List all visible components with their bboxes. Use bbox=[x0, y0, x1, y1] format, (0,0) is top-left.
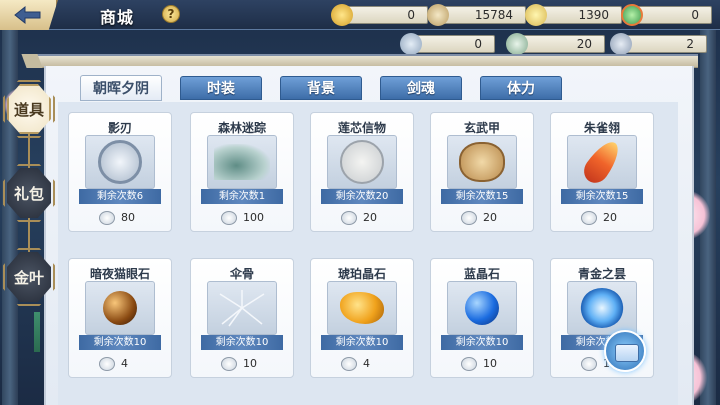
currency-coupon: 0 bbox=[400, 33, 495, 55]
mirror-icon bbox=[85, 135, 155, 189]
shop-item-card[interactable]: 玄武甲 剩余次数15 20 bbox=[430, 112, 534, 232]
item-price: 20 bbox=[551, 209, 653, 227]
remaining-count: 剩余次数10 bbox=[79, 335, 161, 350]
back-arrow-icon bbox=[14, 5, 41, 25]
ink-landscape-icon bbox=[207, 135, 277, 189]
silver-coin-icon bbox=[99, 211, 115, 225]
silver-coin-icon bbox=[461, 357, 477, 371]
remaining-count: 剩余次数15 bbox=[441, 189, 523, 204]
shop-item-card[interactable]: 暗夜猫眼石 剩余次数10 4 bbox=[68, 258, 172, 378]
silver-coin-icon bbox=[221, 357, 237, 371]
leaf-icon bbox=[506, 33, 528, 55]
item-price: 10 bbox=[191, 355, 293, 373]
top-bar: 商城 ? 0 15784 1390 0 bbox=[0, 0, 720, 30]
umbrella-ribs-shape bbox=[219, 290, 265, 327]
tab-fashion[interactable]: 时装 bbox=[180, 76, 262, 100]
phoenix-feather-icon bbox=[567, 135, 637, 189]
currency-ticket: 2 bbox=[610, 33, 707, 55]
item-name: 蓝晶石 bbox=[463, 267, 500, 281]
item-name: 伞骨 bbox=[229, 267, 254, 281]
remaining-count: 剩余次数20 bbox=[321, 189, 403, 204]
currency-value: 1390 bbox=[578, 8, 609, 22]
currency-jade-coin: 0 bbox=[621, 4, 712, 26]
treasure-chest-button[interactable] bbox=[604, 330, 646, 372]
tab-background[interactable]: 背景 bbox=[280, 76, 362, 100]
remaining-count: 剩余次数1 bbox=[201, 189, 283, 204]
silver-coin-icon bbox=[581, 211, 597, 225]
silver-coin-icon bbox=[461, 211, 477, 225]
item-price: 4 bbox=[69, 355, 171, 373]
scroll-icon bbox=[427, 4, 449, 26]
shop-item-card[interactable]: 朱雀翎 剩余次数15 20 bbox=[550, 112, 654, 232]
remaining-count: 剩余次数10 bbox=[321, 335, 403, 350]
gold-ingot-icon bbox=[331, 4, 353, 26]
secondary-currency-bar: 0 20 2 bbox=[395, 33, 710, 55]
currency-gold-ingot: 0 bbox=[331, 4, 428, 26]
currency-value: 0 bbox=[474, 37, 482, 51]
currency-value: 15784 bbox=[474, 8, 513, 22]
currency-value: 2 bbox=[686, 37, 694, 51]
amber-crystal-icon bbox=[327, 281, 397, 335]
umbrella-ribs-icon bbox=[207, 281, 277, 335]
item-name: 青金之昙 bbox=[577, 267, 626, 281]
silver-coin-icon bbox=[341, 357, 357, 371]
remaining-count: 剩余次数10 bbox=[201, 335, 283, 350]
coupon-icon bbox=[400, 33, 422, 55]
silver-coin-icon bbox=[581, 357, 597, 371]
item-name: 琥珀晶石 bbox=[337, 267, 386, 281]
tab-sword-soul[interactable]: 剑魂 bbox=[380, 76, 462, 100]
blue-crystal-orb-icon bbox=[447, 281, 517, 335]
azure-flower-icon bbox=[567, 281, 637, 335]
tortoise-shell-icon bbox=[447, 135, 517, 189]
cat-eye-stone-icon bbox=[85, 281, 155, 335]
shop-item-card[interactable]: 森林迷踪 剩余次数1 100 bbox=[190, 112, 294, 232]
shop-item-card[interactable]: 蓝晶石 剩余次数10 10 bbox=[430, 258, 534, 378]
item-price: 20 bbox=[431, 209, 533, 227]
wand-icon bbox=[525, 4, 547, 26]
shop-item-card[interactable]: 影刃 剩余次数6 80 bbox=[68, 112, 172, 232]
currency-value: 20 bbox=[576, 37, 592, 51]
remaining-count: 剩余次数10 bbox=[441, 335, 523, 350]
currency-wand: 1390 bbox=[525, 4, 622, 26]
currency-leaf: 20 bbox=[506, 33, 605, 55]
tab-daily[interactable]: 朝晖夕阴 bbox=[80, 75, 162, 101]
item-name: 玄武甲 bbox=[463, 121, 500, 135]
item-name: 影刃 bbox=[107, 121, 132, 135]
silver-coin-icon bbox=[221, 211, 237, 225]
item-price: 4 bbox=[311, 355, 413, 373]
item-name: 森林迷踪 bbox=[217, 121, 266, 135]
item-price: 80 bbox=[69, 209, 171, 227]
currency-value: 0 bbox=[407, 8, 415, 22]
help-button[interactable]: ? bbox=[162, 5, 180, 23]
silver-coin-icon bbox=[99, 357, 115, 371]
ticket-icon bbox=[610, 33, 632, 55]
item-name: 暗夜猫眼石 bbox=[89, 267, 150, 281]
tab-stamina[interactable]: 体力 bbox=[480, 76, 562, 100]
shop-item-card[interactable]: 莲芯信物 剩余次数20 20 bbox=[310, 112, 414, 232]
item-price: 100 bbox=[191, 209, 293, 227]
shop-item-card[interactable]: 伞骨 剩余次数10 10 bbox=[190, 258, 294, 378]
back-button[interactable] bbox=[0, 0, 58, 30]
jade-coin-icon bbox=[621, 4, 643, 26]
remaining-count: 剩余次数6 bbox=[79, 189, 161, 204]
item-price: 20 bbox=[311, 209, 413, 227]
item-name: 朱雀翎 bbox=[583, 121, 620, 135]
silver-coin-icon bbox=[341, 211, 357, 225]
shop-item-card[interactable]: 琥珀晶石 剩余次数10 4 bbox=[310, 258, 414, 378]
page-title: 商城 bbox=[100, 8, 135, 27]
item-name: 莲芯信物 bbox=[337, 121, 386, 135]
currency-value: 0 bbox=[691, 8, 699, 22]
currency-scroll: 15784 bbox=[427, 4, 526, 26]
lotus-token-icon bbox=[327, 135, 397, 189]
tassel-decoration bbox=[34, 312, 40, 352]
item-price: 10 bbox=[431, 355, 533, 373]
remaining-count: 剩余次数15 bbox=[561, 189, 643, 204]
